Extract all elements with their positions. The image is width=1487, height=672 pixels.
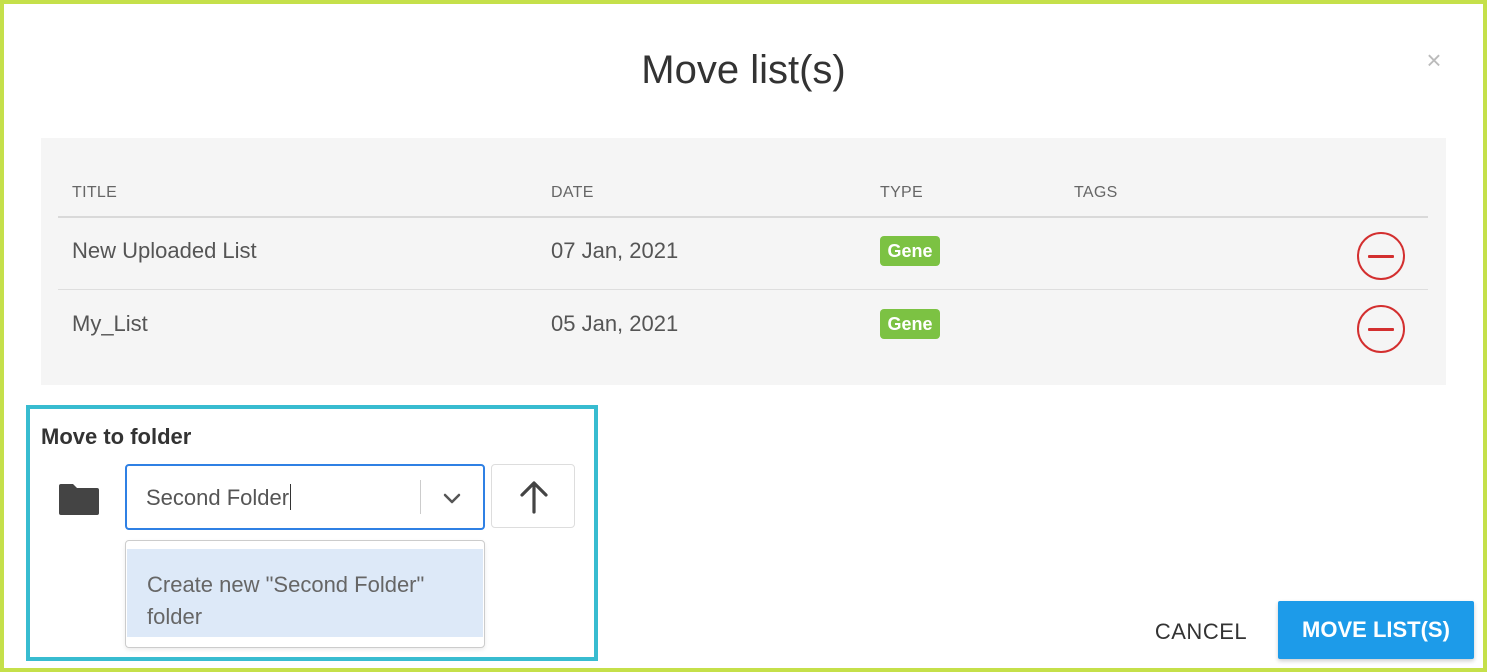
type-badge: Gene (880, 236, 940, 266)
create-folder-option[interactable]: Create new "Second Folder" folder (127, 549, 483, 637)
column-header-date: DATE (551, 184, 594, 201)
remove-row-button[interactable] (1357, 232, 1405, 280)
folder-select-value: Second Folder (146, 485, 290, 510)
cancel-button[interactable]: CANCEL (1128, 608, 1274, 656)
move-to-folder-section: Move to folder Second Folder Create new … (26, 405, 598, 661)
column-header-tags: TAGS (1074, 184, 1118, 201)
minus-circle-icon (1368, 328, 1394, 331)
dialog-title: Move list(s) (641, 48, 846, 92)
select-separator (420, 480, 421, 514)
row-title: New Uploaded List (72, 238, 257, 263)
row-title: My_List (72, 311, 148, 336)
row-divider (58, 289, 1428, 290)
type-badge: Gene (880, 309, 940, 339)
column-header-type: TYPE (880, 184, 923, 201)
chevron-down-icon[interactable] (440, 486, 464, 510)
column-header-title: TITLE (72, 184, 118, 201)
header-divider (58, 216, 1428, 218)
move-lists-button[interactable]: MOVE LIST(S) (1278, 601, 1474, 659)
minus-circle-icon (1368, 255, 1394, 258)
folder-select-input[interactable]: Second Folder (146, 484, 292, 511)
text-cursor (290, 484, 292, 510)
parent-folder-button[interactable] (491, 464, 575, 528)
move-lists-dialog: Move list(s) × TITLE DATE TYPE TAGS New … (4, 4, 1483, 668)
folder-select[interactable]: Second Folder (125, 464, 485, 530)
arrow-up-icon (520, 481, 548, 514)
row-date: 07 Jan, 2021 (551, 238, 679, 263)
close-icon[interactable]: × (1422, 47, 1446, 73)
folder-icon (59, 484, 99, 515)
move-to-folder-label: Move to folder (41, 424, 192, 449)
lists-table: TITLE DATE TYPE TAGS New Uploaded List 0… (41, 138, 1446, 385)
remove-row-button[interactable] (1357, 305, 1405, 353)
folder-dropdown-menu: Create new "Second Folder" folder (125, 540, 485, 648)
row-date: 05 Jan, 2021 (551, 311, 679, 336)
